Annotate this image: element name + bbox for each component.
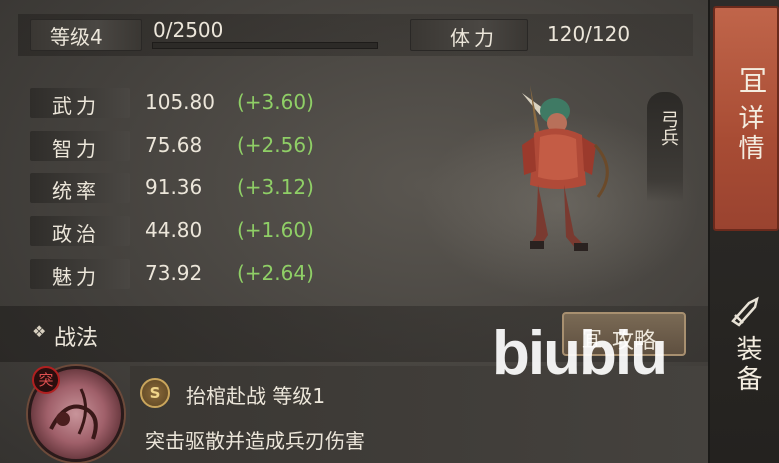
equipment-icon: [731, 296, 759, 327]
stat-value: 75.68: [145, 133, 203, 157]
stat-bonus: (+3.60): [237, 90, 314, 114]
stat-label: 魅力: [52, 265, 100, 289]
exp-progress-bar: [152, 42, 378, 49]
right-sidebar: 冝 详情 装备: [708, 0, 779, 463]
exp-text: 0/2500: [153, 18, 224, 42]
section-diamond-icon: ❖: [32, 322, 47, 341]
level-label: 等级4: [50, 25, 103, 49]
stamina-label: 体力: [450, 26, 498, 50]
tab-equipment[interactable]: 装备: [713, 285, 779, 405]
stamina-value: 120/120: [547, 22, 631, 46]
stat-label: 智力: [52, 137, 100, 161]
skill-grade-badge: S: [140, 378, 170, 408]
stat-bonus: (+2.64): [237, 261, 314, 285]
tab-details[interactable]: 冝 详情: [713, 6, 779, 231]
skills-section-title: 战法: [54, 326, 99, 351]
stat-value: 105.80: [145, 90, 215, 114]
stat-bonus: (+1.60): [237, 218, 314, 242]
stat-label: 政治: [52, 222, 100, 246]
skill-name-level: 抬棺赴战 等级1: [186, 384, 326, 408]
skill-type-mark: 突: [32, 366, 60, 394]
biubiu-watermark: biubiu: [492, 319, 668, 388]
stat-value: 91.36: [145, 175, 203, 199]
stat-label: 统率: [52, 179, 100, 203]
stat-bonus: (+2.56): [237, 133, 314, 157]
equipment-tab-label: 装备: [732, 335, 762, 395]
archer-portrait: [522, 85, 609, 251]
stat-value: 73.92: [145, 261, 203, 285]
unit-type-tag: 弓兵: [647, 92, 683, 202]
details-book-icon: 冝: [735, 66, 768, 98]
skill-description: 突击驱散并造成兵刃伤害: [145, 429, 365, 453]
stat-value: 44.80: [145, 218, 203, 242]
general-info-panel: 等级4 0/2500 体力 120/120 武力 105.80 (+3.60) 智力 7…: [0, 0, 708, 463]
stat-bonus: (+3.12): [237, 175, 314, 199]
stat-label: 武力: [52, 94, 100, 118]
unit-type-label: 弓兵: [658, 110, 679, 146]
details-tab-label: 详情: [734, 104, 764, 164]
